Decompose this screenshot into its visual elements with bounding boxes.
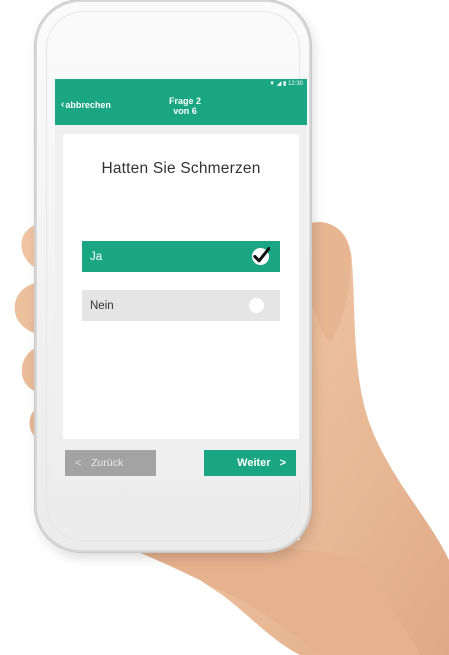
page-title: Frage 2 von 6 [155, 96, 215, 116]
checkmark-icon [251, 247, 270, 266]
status-bar: ▼ ◢ ▮ 12:30 [55, 79, 307, 89]
cancel-label: abbrechen [65, 100, 111, 110]
next-label: Weiter [237, 457, 271, 469]
radio-empty-icon [249, 298, 264, 313]
status-time: 12:30 [287, 81, 303, 87]
option-label: Nein [90, 299, 114, 312]
app-header: ‹ abbrechen Frage 2 von 6 [55, 89, 307, 125]
next-button[interactable]: Weiter > [204, 450, 296, 476]
option-nein[interactable]: Nein [82, 290, 280, 321]
cancel-button[interactable]: ‹ abbrechen [61, 99, 111, 111]
question-progress-line1: Frage 2 [168, 96, 201, 106]
wifi-icon: ▼ [269, 81, 276, 87]
chevron-left-icon: ‹ [61, 99, 65, 110]
question-card: Hatten Sie Schmerzen Ja Nein [63, 134, 299, 439]
battery-icon: ▮ [283, 81, 287, 87]
status-icons: ▼ ◢ ▮ 12:30 [269, 79, 303, 89]
app-screen: ▼ ◢ ▮ 12:30 ‹ abbrechen Frage 2 von 6 Ha… [55, 79, 307, 480]
chevron-right-icon: > [279, 457, 286, 469]
option-label: Ja [90, 250, 103, 263]
back-label: Zurück [91, 457, 124, 469]
back-button[interactable]: < Zurück [65, 450, 156, 476]
signal-icon: ◢ [276, 81, 282, 87]
option-ja[interactable]: Ja [82, 241, 280, 272]
chevron-left-icon: < [75, 457, 82, 469]
question-text: Hatten Sie Schmerzen [101, 160, 261, 177]
question-progress-line2: von 6 [173, 106, 197, 116]
